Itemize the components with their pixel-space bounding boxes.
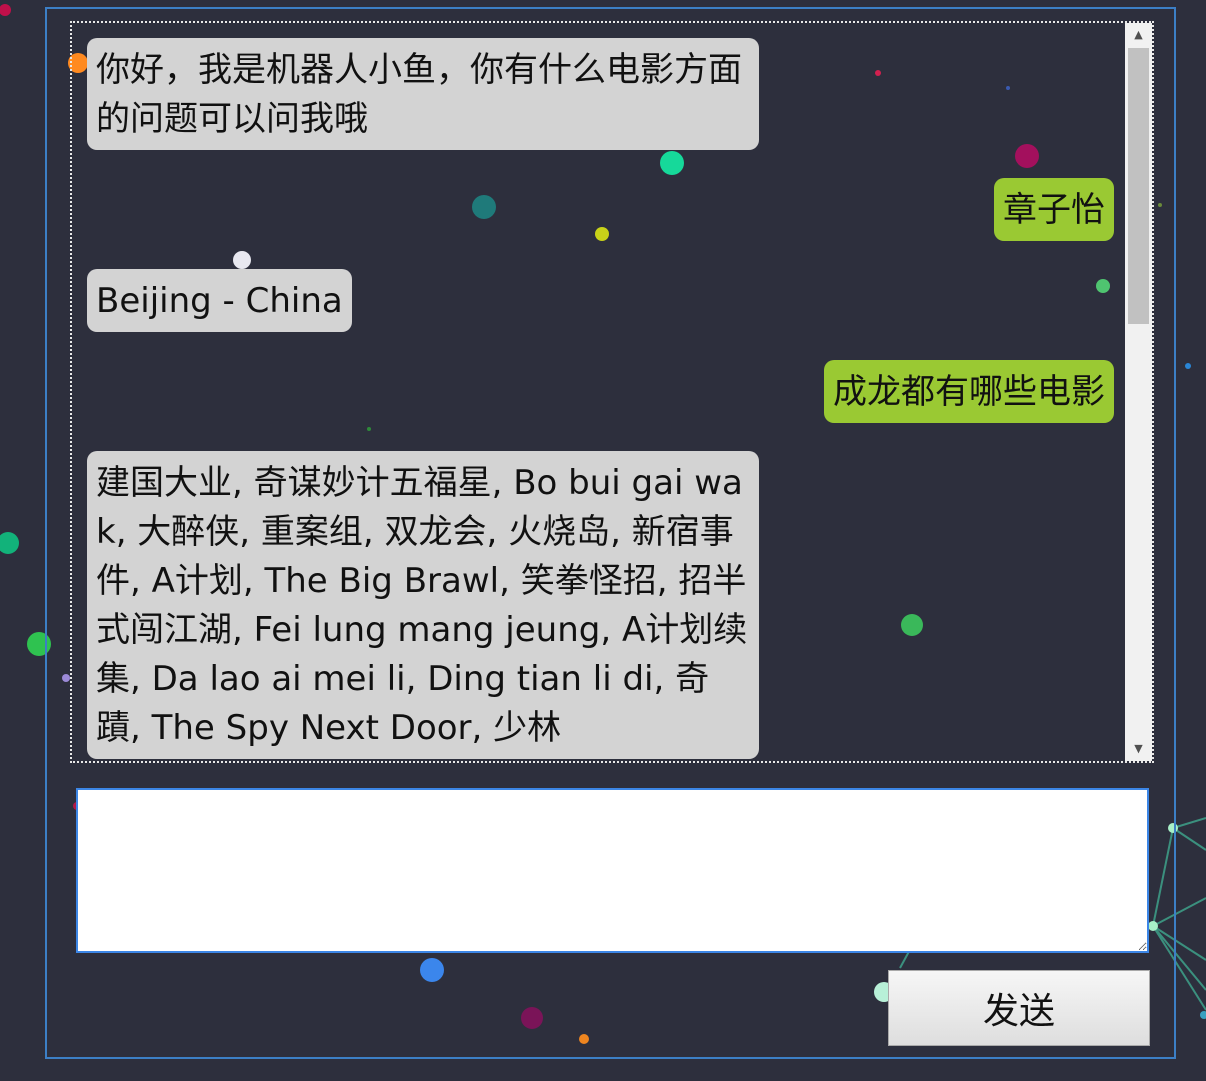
- scroll-up-icon[interactable]: ▲: [1125, 23, 1152, 47]
- page: 你好，我是机器人小鱼，你有什么电影方面的问题可以问我哦 章子怡 Beijing …: [0, 0, 1206, 1081]
- bot-message: 建国大业, 奇谋妙计五福星, Bo bui gai wak, 大醉侠, 重案组,…: [87, 451, 759, 759]
- scrollbar[interactable]: ▲ ▼: [1125, 23, 1152, 761]
- scrollbar-thumb[interactable]: [1128, 48, 1149, 324]
- user-message: 成龙都有哪些电影: [824, 360, 1114, 423]
- message-input[interactable]: [76, 788, 1149, 953]
- chat-log[interactable]: 你好，我是机器人小鱼，你有什么电影方面的问题可以问我哦 章子怡 Beijing …: [70, 21, 1154, 763]
- send-button[interactable]: 发送: [888, 970, 1150, 1046]
- bot-message: 你好，我是机器人小鱼，你有什么电影方面的问题可以问我哦: [87, 38, 759, 150]
- user-message: 章子怡: [994, 178, 1114, 241]
- message-list: 你好，我是机器人小鱼，你有什么电影方面的问题可以问我哦 章子怡 Beijing …: [72, 23, 1126, 761]
- scroll-down-icon[interactable]: ▼: [1125, 737, 1152, 761]
- bot-message: Beijing - China: [87, 269, 352, 332]
